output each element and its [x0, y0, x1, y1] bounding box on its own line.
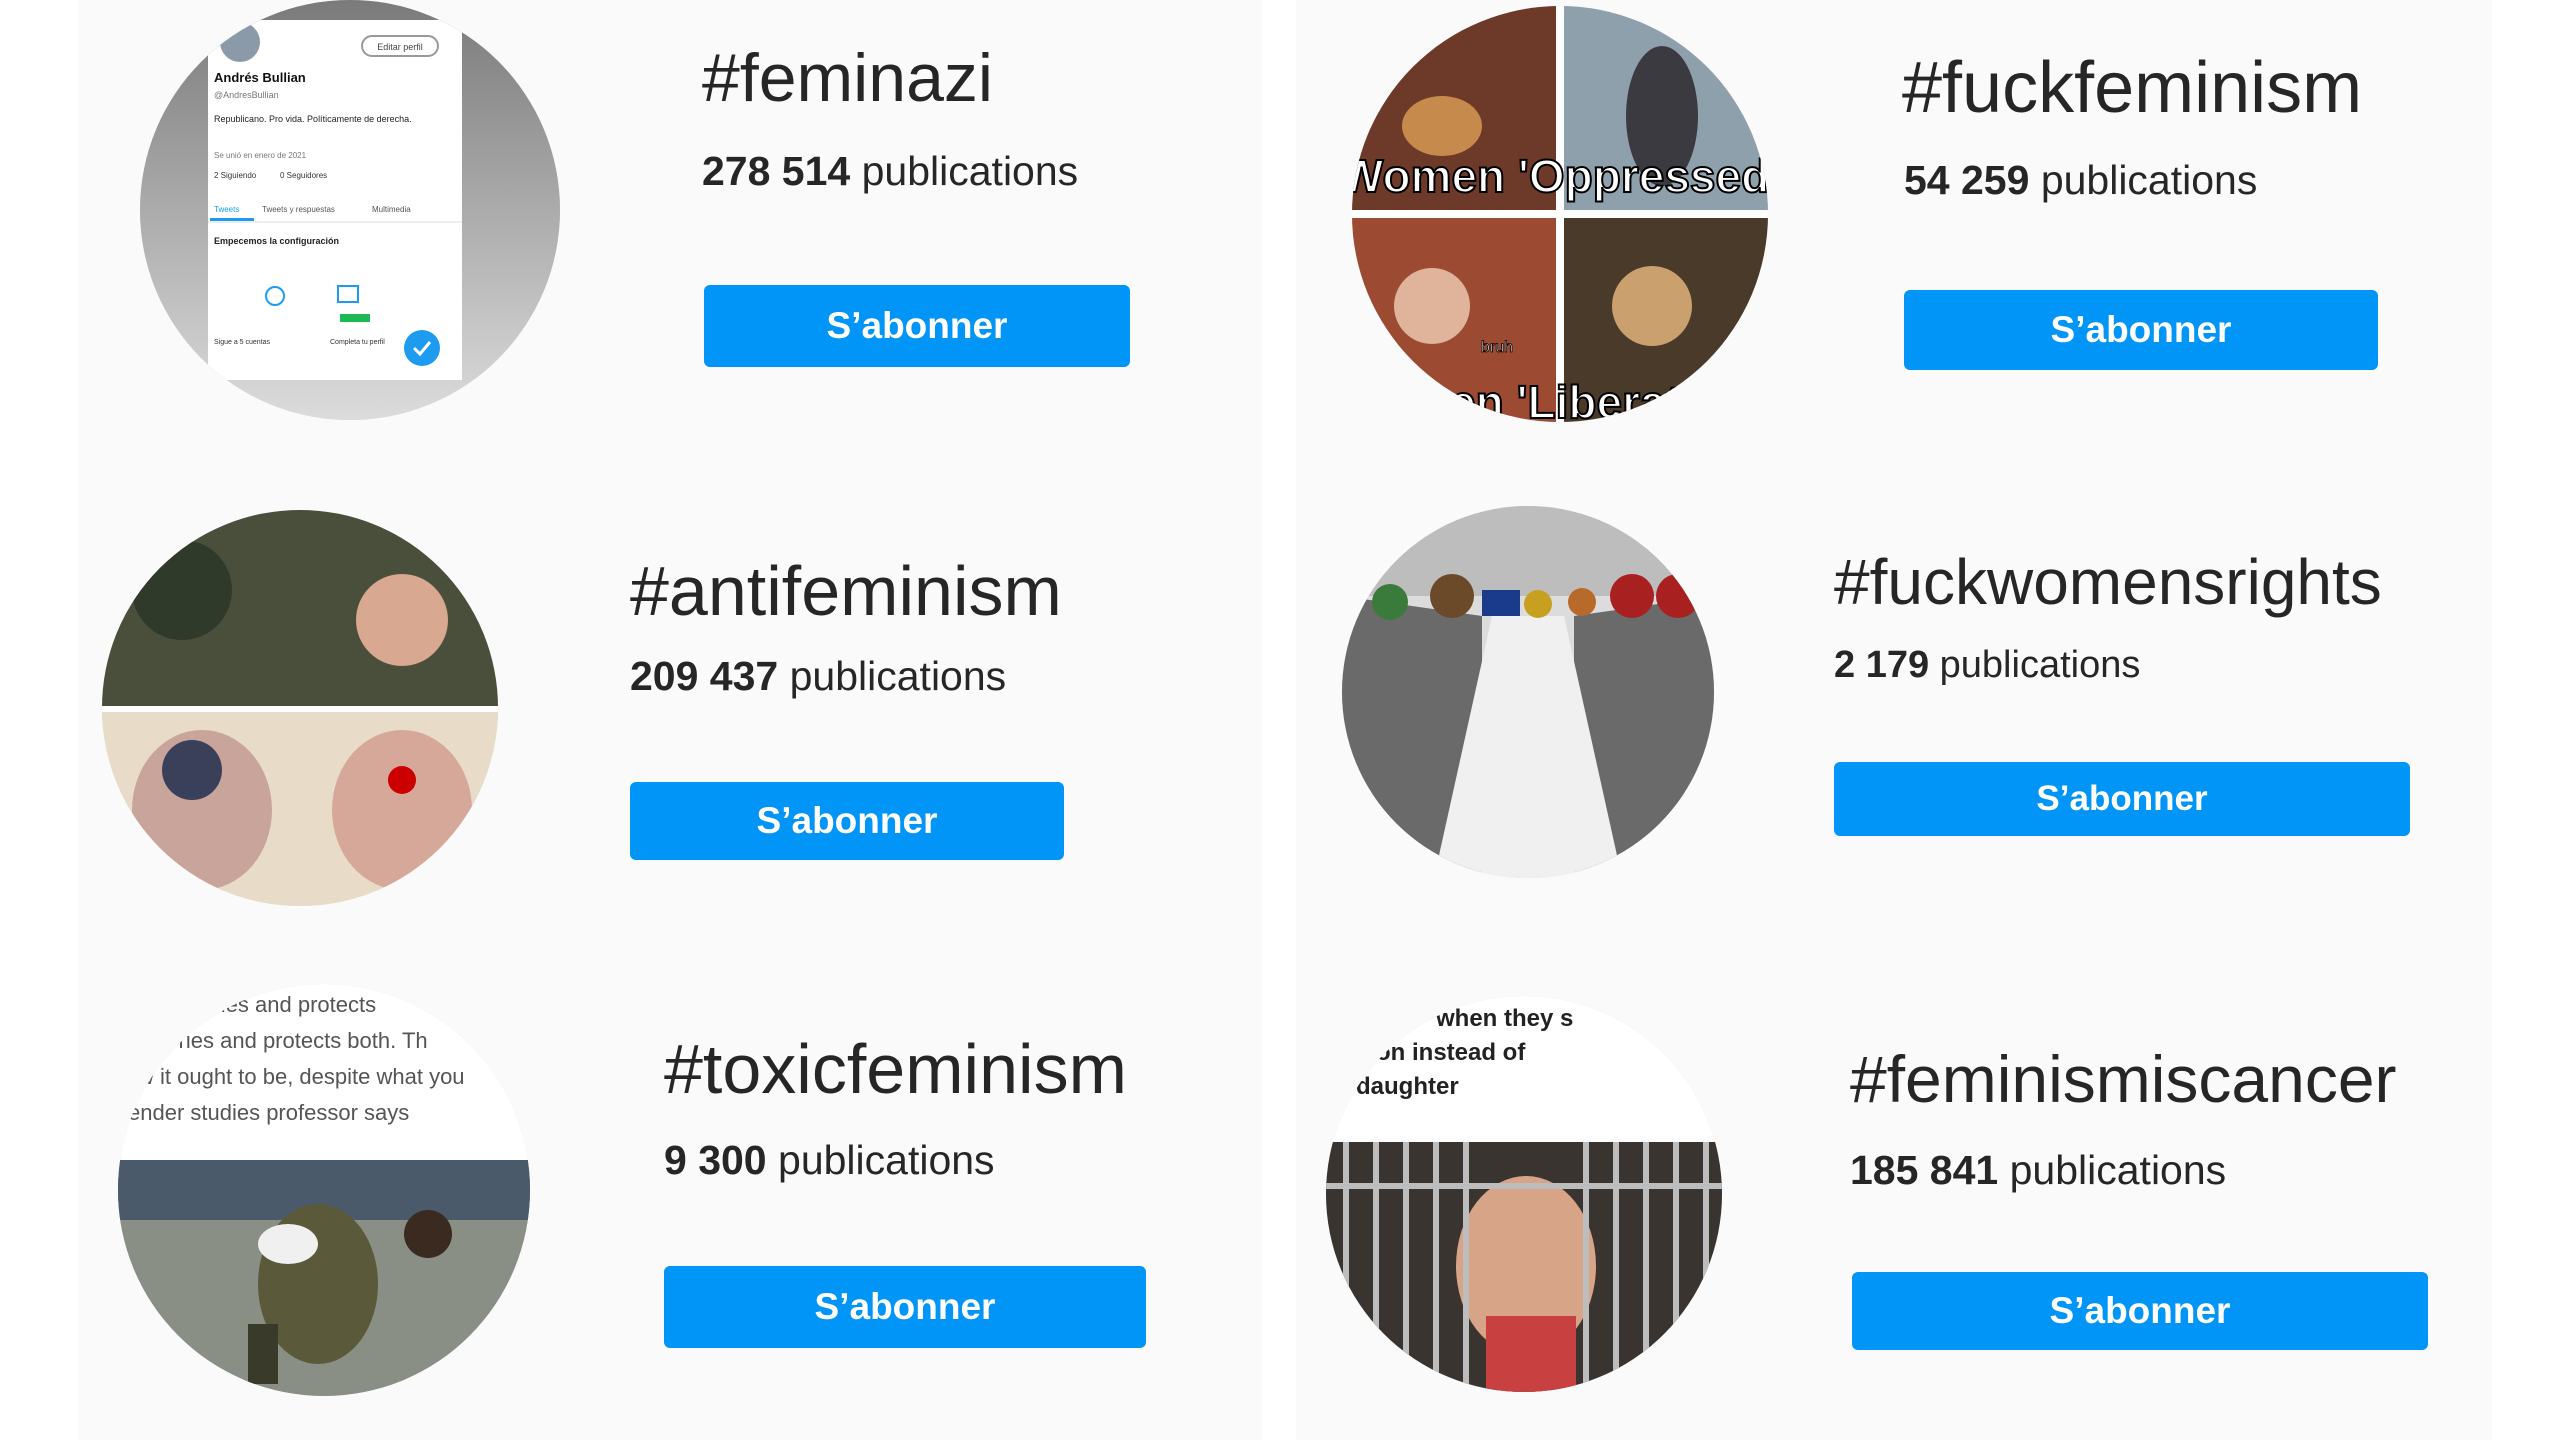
hashtag-avatar[interactable]: when they s on instead of daughter: [1326, 996, 1722, 1392]
count-value: 54 259: [1904, 157, 2030, 203]
thumb-edit-label: Editar perfil: [377, 42, 423, 52]
publication-count: 278 514 publications: [702, 151, 1078, 192]
hashtag-title[interactable]: #toxicfeminism: [664, 1034, 1127, 1104]
publication-count: 9 300 publications: [664, 1140, 995, 1181]
thumb-line-1: on instead of: [1376, 1039, 1526, 1066]
hashtag-avatar[interactable]: Women 'Oppressed' bruh Women 'Liberated': [1352, 6, 1768, 422]
thumb-tab-0: Tweets: [214, 205, 239, 214]
count-unit: publications: [2040, 157, 2258, 203]
hashtag-title[interactable]: #feminazi: [702, 44, 993, 112]
count-value: 209 437: [630, 653, 779, 699]
count-value: 9 300: [664, 1137, 767, 1183]
thumb-joined: Se unió en enero de 2021: [214, 151, 307, 160]
thumb-right-action: Completa tu perfil: [330, 339, 385, 346]
count-value: 278 514: [702, 148, 851, 194]
thumb-line-2: daughter: [1356, 1073, 1459, 1100]
subscribe-button[interactable]: S’abonner: [704, 285, 1130, 367]
hashtag-title[interactable]: #feminismiscancer: [1850, 1046, 2397, 1112]
thumb-following: 2 Siguiendo: [214, 171, 257, 180]
hashtag-avatar[interactable]: Editar perfil Andrés Bullian @AndresBull…: [140, 0, 560, 420]
hashtag-avatar[interactable]: [1342, 506, 1714, 878]
count-value: 185 841: [1850, 1147, 1999, 1193]
count-value: 2 179: [1834, 644, 1930, 686]
thumb-setup: Empecemos la configuración: [214, 236, 339, 246]
thumb-tab-2: Multimedia: [372, 205, 411, 214]
count-unit: publications: [778, 1137, 995, 1183]
hashtag-title[interactable]: #antifeminism: [630, 556, 1062, 626]
thumb-left-action: Sigue a 5 cuentas: [214, 339, 271, 346]
thumb-bio: Republicano. Pro vida. Políticamente de …: [214, 114, 412, 124]
count-unit: publications: [861, 148, 1079, 194]
subscribe-button[interactable]: S’abonner: [630, 782, 1064, 860]
publication-count: 185 841 publications: [1850, 1150, 2226, 1191]
count-unit: publications: [2009, 1147, 2227, 1193]
thumb-line-1: carries and protects both. Th: [148, 1028, 428, 1053]
thumb-profile-name: Andrés Bullian: [214, 70, 306, 85]
count-unit: publications: [789, 653, 1007, 699]
thumb-followers: 0 Seguidores: [280, 171, 327, 180]
thumb-tab-1: Tweets y respuestas: [262, 205, 335, 214]
thumb-line-3: ender studies professor says: [128, 1100, 409, 1125]
publication-count: 54 259 publications: [1904, 160, 2257, 201]
meme-caption-mid: bruh: [1481, 339, 1513, 356]
subscribe-button[interactable]: S’abonner: [1834, 762, 2410, 836]
publication-count: 2 179 publications: [1834, 646, 2140, 684]
subscribe-button[interactable]: S’abonner: [1852, 1272, 2428, 1350]
publication-count: 209 437 publications: [630, 656, 1006, 697]
thumb-handle: @AndresBullian: [214, 90, 279, 100]
hashtag-avatar[interactable]: [102, 510, 498, 906]
count-unit: publications: [1939, 644, 2141, 686]
subscribe-button[interactable]: S’abonner: [1904, 290, 2378, 370]
hashtag-avatar[interactable]: cradles and protects carries and protect…: [118, 984, 530, 1396]
subscribe-button[interactable]: S’abonner: [664, 1266, 1146, 1348]
thumb-line-0: when they s: [1435, 1005, 1573, 1032]
meme-caption-top: Women 'Oppressed': [1352, 150, 1768, 202]
hashtag-title[interactable]: #fuckwomensrights: [1834, 550, 2382, 614]
hashtag-title[interactable]: #fuckfeminism: [1902, 52, 2362, 124]
thumb-line-2: w it ought to be, despite what you: [137, 1064, 465, 1089]
